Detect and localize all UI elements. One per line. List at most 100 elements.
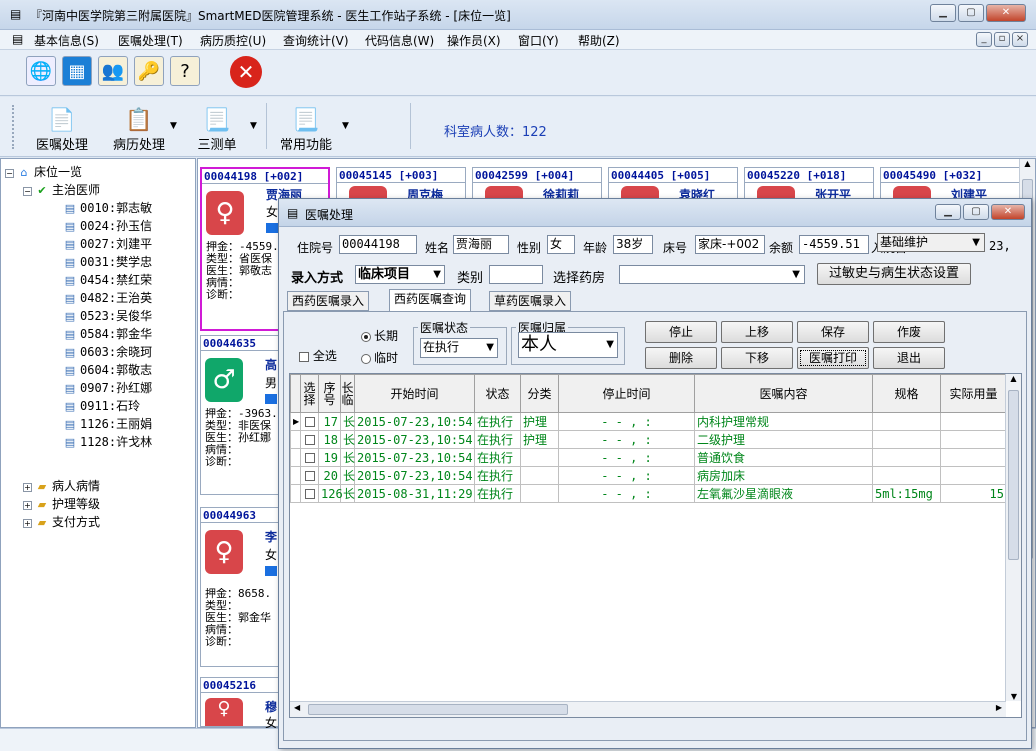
column-header[interactable]: 状态 xyxy=(474,374,521,413)
long-term-radio[interactable]: 长期 xyxy=(361,327,398,344)
tree-root[interactable]: − ⌂ 床位一览 xyxy=(5,163,82,181)
calculator-icon[interactable]: ▦ xyxy=(62,56,92,86)
menu-query[interactable]: 查询统计(V) xyxy=(283,32,349,49)
temporary-radio[interactable]: 临时 xyxy=(361,349,398,366)
delete-button[interactable]: 删除 xyxy=(645,347,717,369)
chevron-down-icon[interactable]: ▼ xyxy=(1006,692,1022,701)
grid-vertical-scrollbar[interactable]: ▲ ▼ xyxy=(1005,374,1021,701)
chevron-down-icon[interactable]: ▼ xyxy=(250,121,257,131)
tree-doctor-item[interactable]: ▤ 0911:石玲 xyxy=(63,397,140,415)
column-header[interactable]: 停止时间 xyxy=(558,374,695,413)
common-functions-button[interactable]: 📃 常用功能 xyxy=(274,103,338,153)
tree-doctor-item[interactable]: ▤ 0482:王治英 xyxy=(63,289,152,307)
table-row[interactable]: 18 长 2015-07-23,10:54 在执行 护理 - - , : 二级护理 xyxy=(290,430,1007,449)
checkbox-icon[interactable] xyxy=(304,489,315,499)
bed-field[interactable]: 家床-+002 xyxy=(695,235,765,254)
row-select-cell[interactable] xyxy=(300,484,319,503)
checkbox-icon[interactable] xyxy=(304,453,315,463)
checkbox-icon[interactable] xyxy=(304,417,315,427)
close-button[interactable]: ✕ xyxy=(986,4,1026,22)
select-all-checkbox[interactable]: 全选 xyxy=(299,347,337,364)
row-select-cell[interactable] xyxy=(300,430,319,449)
table-row[interactable]: 20 长 2015-07-23,10:54 在执行 - - , : 病房加床 xyxy=(290,466,1007,485)
mdi-minimize-button[interactable]: _ xyxy=(976,32,992,47)
admission-no-field[interactable]: 00044198 xyxy=(339,235,417,254)
scroll-thumb[interactable] xyxy=(1008,390,1019,560)
chevron-down-icon[interactable]: ▼ xyxy=(342,121,349,131)
print-orders-button[interactable]: 医嘱打印 xyxy=(797,347,869,369)
checkbox-icon[interactable] xyxy=(304,471,315,481)
tree-doctor-item[interactable]: ▤ 0604:郭敬志 xyxy=(63,361,152,379)
tree-doctor-item[interactable]: ▤ 0584:郭金华 xyxy=(63,325,152,343)
chevron-left-icon[interactable]: ◀ xyxy=(294,703,300,712)
menu-operator[interactable]: 操作员(X) xyxy=(447,32,501,49)
dialog-minimize-button[interactable]: ▁ xyxy=(935,204,961,220)
tree-doctor-item[interactable]: ▤ 0523:吴俊华 xyxy=(63,307,152,325)
category-field[interactable] xyxy=(489,265,543,284)
tree-group-nursing[interactable]: + ▰ 护理等级 xyxy=(23,495,100,513)
menu-orders[interactable]: 医嘱处理(T) xyxy=(118,32,183,49)
menu-basic-info[interactable]: 基本信息(S) xyxy=(34,32,99,49)
column-header[interactable]: 规格 xyxy=(872,374,941,413)
table-row[interactable]: ▶ 17 长 2015-07-23,10:54 在执行 护理 - - , : 内科护理常规 xyxy=(290,412,1007,431)
mdi-close-button[interactable]: × xyxy=(1012,32,1028,47)
menu-record-qc[interactable]: 病历质控(U) xyxy=(200,32,266,49)
network-icon[interactable]: 🌐 xyxy=(26,56,56,86)
tab-western-query[interactable]: 西药医嘱查询 xyxy=(389,289,472,311)
maximize-button[interactable]: ▢ xyxy=(958,4,984,22)
tree-doctor-item[interactable]: ▤ 0603:余晓珂 xyxy=(63,343,152,361)
vitals-sheet-button[interactable]: 📃 三测单 xyxy=(192,103,242,153)
move-down-button[interactable]: 下移 xyxy=(721,347,793,369)
checkbox-icon[interactable] xyxy=(304,435,315,445)
menu-window[interactable]: 窗口(Y) xyxy=(518,32,559,49)
exit-icon[interactable]: ✕ xyxy=(230,56,262,88)
exit-button[interactable]: 退出 xyxy=(873,347,945,369)
entry-mode-select[interactable]: 临床项目 ▼ xyxy=(355,265,445,284)
chevron-down-icon[interactable]: ▼ xyxy=(170,121,177,131)
tree-doctor-item[interactable]: ▤ 0907:孙红娜 xyxy=(63,379,152,397)
tree-doctor-item[interactable]: ▤ 0024:孙玉信 xyxy=(63,217,152,235)
sex-field[interactable]: 女 xyxy=(547,235,575,254)
tree-doctors[interactable]: − ✔ 主治医师 xyxy=(23,181,100,199)
maintenance-select[interactable]: 基础维护 ▼ xyxy=(877,233,985,252)
tree-doctor-item[interactable]: ▤ 1128:许戈林 xyxy=(63,433,152,451)
table-row[interactable]: 19 长 2015-07-23,10:54 在执行 - - , : 普通饮食 xyxy=(290,448,1007,467)
tree-doctor-item[interactable]: ▤ 1126:王丽娟 xyxy=(63,415,152,433)
scroll-thumb[interactable] xyxy=(308,704,568,715)
allergy-status-button[interactable]: 过敏史与病生状态设置 xyxy=(817,263,971,285)
record-processing-button[interactable]: 📋 病历处理 xyxy=(98,103,180,153)
chevron-right-icon[interactable]: ▶ xyxy=(996,703,1002,712)
column-header[interactable]: 序号 xyxy=(318,374,341,413)
keys-icon[interactable]: 🔑 xyxy=(134,56,164,86)
tree-doctor-item[interactable]: ▤ 0454:禁红荣 xyxy=(63,271,152,289)
move-up-button[interactable]: 上移 xyxy=(721,321,793,343)
menu-help[interactable]: 帮助(Z) xyxy=(578,32,620,49)
grid-horizontal-scrollbar[interactable]: ◀ ▶ xyxy=(290,701,1006,717)
dialog-close-button[interactable]: ✕ xyxy=(991,204,1025,220)
age-field[interactable]: 38岁 xyxy=(613,235,653,254)
menu-code-info[interactable]: 代码信息(W) xyxy=(365,32,434,49)
tree-doctor-item[interactable]: ▤ 0031:樊学忠 xyxy=(63,253,152,271)
row-select-cell[interactable] xyxy=(300,412,319,431)
save-button[interactable]: 保存 xyxy=(797,321,869,343)
balance-field[interactable]: -4559.51 xyxy=(799,235,869,254)
tab-western-entry[interactable]: 西药医嘱录入 xyxy=(287,291,370,311)
column-header[interactable]: 医嘱内容 xyxy=(694,374,873,413)
users-icon[interactable]: 👥 xyxy=(98,56,128,86)
mdi-restore-button[interactable]: ▫ xyxy=(994,32,1010,47)
tree-group-condition[interactable]: + ▰ 病人病情 xyxy=(23,477,100,495)
column-header[interactable]: 分类 xyxy=(520,374,559,413)
chevron-up-icon[interactable]: ▲ xyxy=(1006,374,1021,383)
tree-doctor-item[interactable]: ▤ 0027:刘建平 xyxy=(63,235,152,253)
order-status-select[interactable]: 在执行 ▼ xyxy=(420,338,498,358)
column-header[interactable]: 选择 xyxy=(300,374,319,413)
column-header[interactable]: 开始时间 xyxy=(354,374,475,413)
tree-doctor-item[interactable]: ▤ 0010:郭志敏 xyxy=(63,199,152,217)
pharmacy-select[interactable]: ▼ xyxy=(619,265,805,284)
minimize-button[interactable]: ▁ xyxy=(930,4,956,22)
help-book-icon[interactable]: ? xyxy=(170,56,200,86)
dialog-maximize-button[interactable]: ▢ xyxy=(963,204,989,220)
column-header[interactable]: 长临 xyxy=(340,374,355,413)
row-select-cell[interactable] xyxy=(300,466,319,485)
table-row[interactable]: 126 长 2015-08-31,11:29 在执行 - - , : 左氧氟沙星滴眼液 5m… xyxy=(290,484,1007,503)
